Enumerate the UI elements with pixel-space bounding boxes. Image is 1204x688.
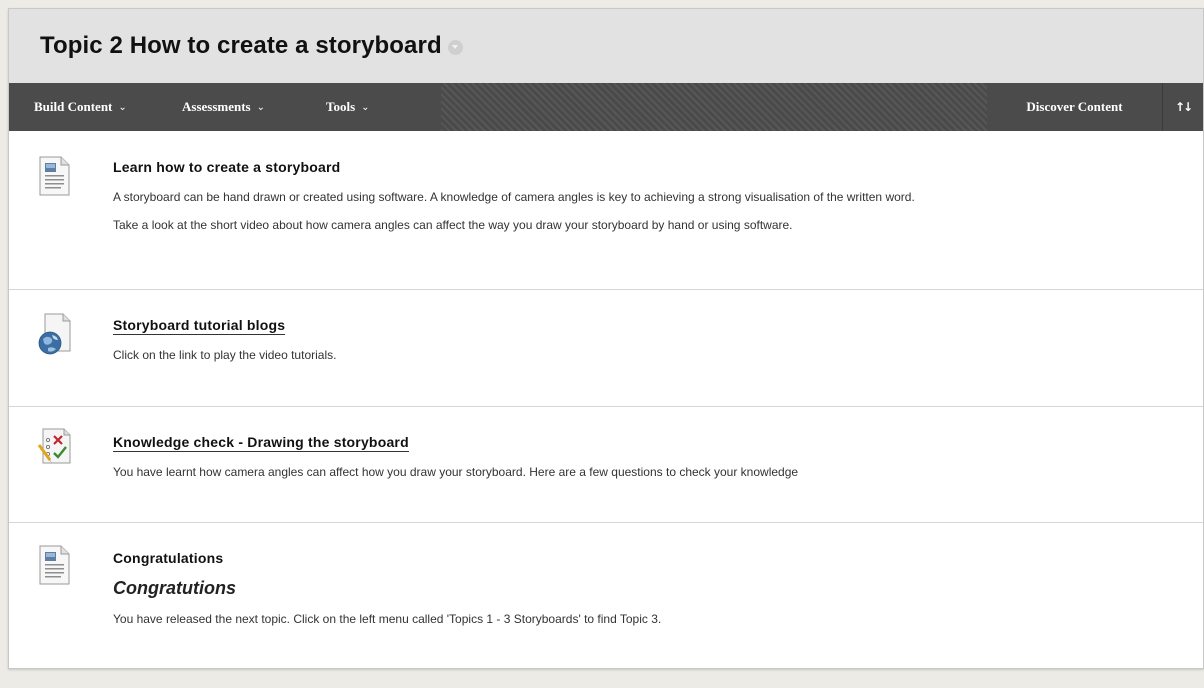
item-description: A storyboard can be hand drawn or create…: [113, 190, 915, 204]
item-title: Learn how to create a storyboard: [113, 159, 341, 175]
tools-menu[interactable]: Tools ⌄: [326, 83, 441, 131]
content-item-learn: Learn how to create a storyboard A story…: [9, 131, 1203, 290]
item-description: You have released the next topic. Click …: [113, 612, 662, 626]
sort-arrows-icon: ↑↓: [1174, 100, 1193, 114]
item-title-link[interactable]: Knowledge check - Drawing the storyboard: [113, 434, 409, 452]
page-header: Topic 2 How to create a storyboard: [9, 9, 1203, 83]
assessments-menu[interactable]: Assessments ⌄: [182, 83, 326, 131]
build-content-label: Build Content: [34, 99, 113, 114]
item-description: You have learnt how camera angles can af…: [113, 465, 799, 479]
build-content-menu[interactable]: Build Content ⌄: [9, 83, 182, 131]
content-item-tutorial-blogs: Storyboard tutorial blogs Click on the l…: [9, 290, 1203, 407]
discover-content-label: Discover Content: [1026, 99, 1123, 114]
toolbar-spacer: [441, 83, 987, 131]
content-item-knowledge-check: Knowledge check - Drawing the storyboard…: [9, 407, 1203, 523]
content-item-congratulations: Congratulations Congratutions You have r…: [9, 523, 1203, 668]
document-icon: [37, 156, 71, 201]
item-description: Click on the link to play the video tuto…: [113, 348, 337, 362]
discover-content-button[interactable]: Discover Content: [987, 83, 1163, 131]
chevron-down-icon: ⌄: [118, 101, 127, 113]
item-title-link[interactable]: Storyboard tutorial blogs: [113, 317, 286, 335]
title-options-icon[interactable]: [447, 39, 463, 55]
content-area: Topic 2 How to create a storyboard Build…: [8, 8, 1204, 669]
assessments-label: Assessments: [182, 99, 251, 114]
chevron-down-icon: ⌄: [256, 101, 266, 113]
test-icon: [37, 426, 73, 471]
tools-label: Tools: [326, 99, 356, 114]
action-toolbar: Build Content ⌄ Assessments ⌄ Tools ⌄ Di…: [9, 83, 1203, 131]
reorder-button[interactable]: ↑↓: [1163, 83, 1203, 131]
web-link-icon: [37, 313, 73, 362]
page-title: Topic 2 How to create a storyboard: [40, 32, 442, 59]
item-title: Congratulations: [113, 550, 224, 566]
document-icon: [37, 545, 71, 590]
chevron-down-icon: ⌄: [361, 101, 370, 113]
item-heading: Congratutions: [113, 578, 236, 598]
item-description: Take a look at the short video about how…: [113, 218, 793, 232]
